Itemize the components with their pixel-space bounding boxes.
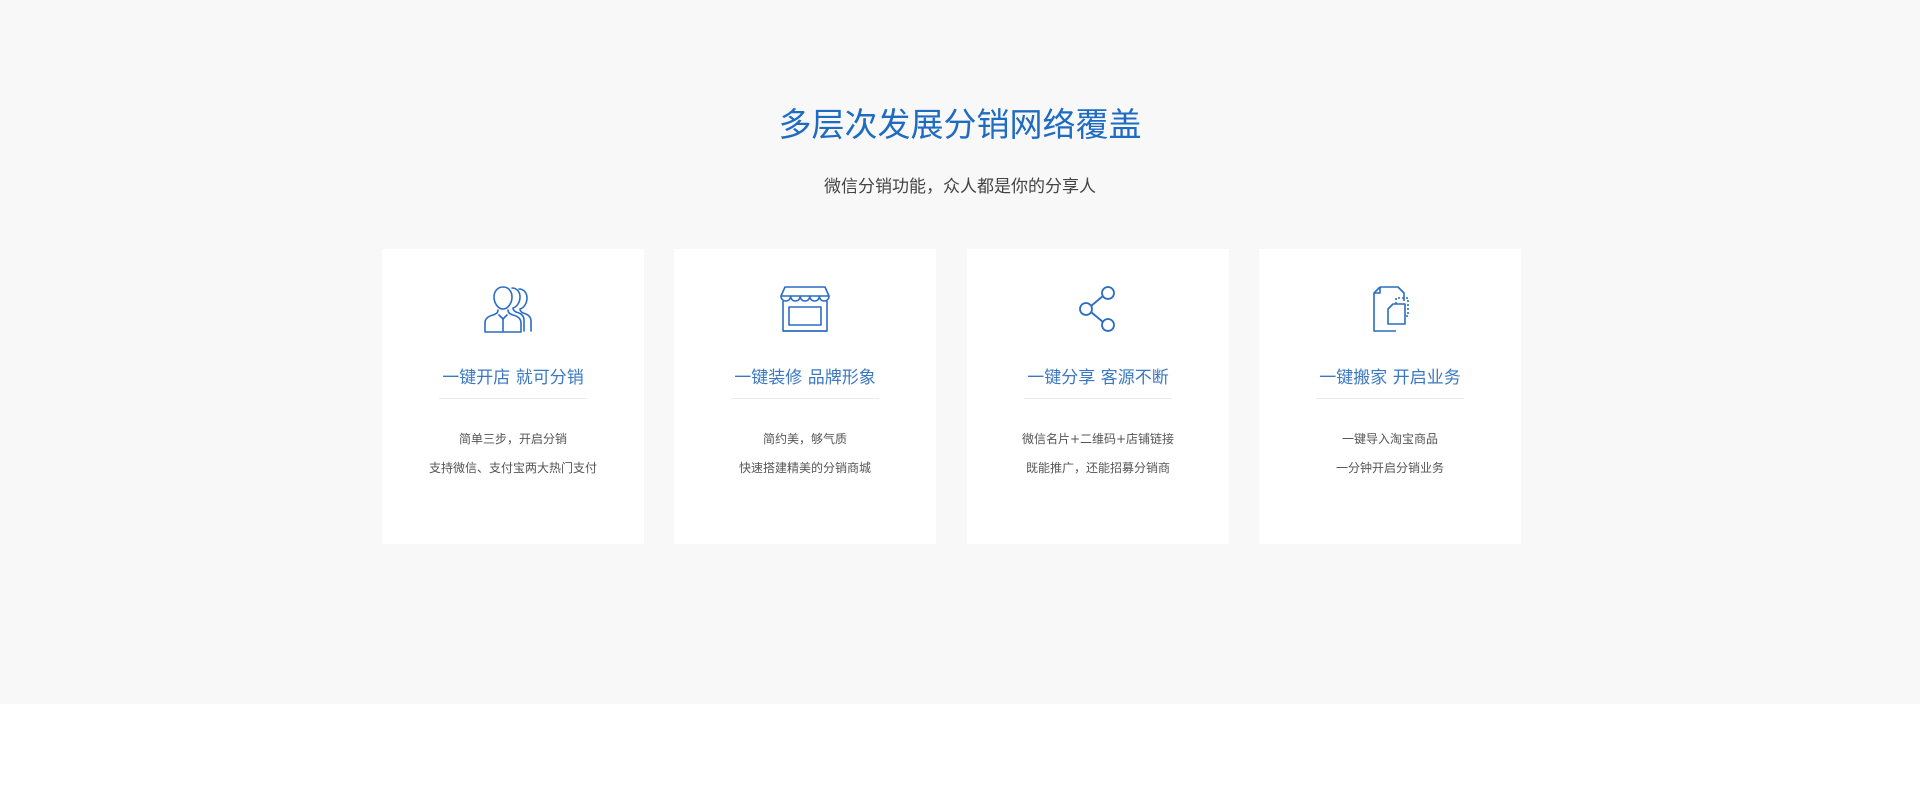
users-icon (481, 285, 545, 333)
card-divider (1024, 398, 1172, 399)
share-icon (1066, 285, 1130, 333)
card-desc-line2: 一分钟开启分销业务 (1335, 461, 1444, 475)
card-desc-line2: 既能推广，还能招募分销商 (1025, 461, 1170, 475)
feature-cards: 一键开店 就可分销 简单三步，开启分销 支持微信、支付宝两大热门支付 一键装修 … (382, 249, 1522, 544)
section-subtitle: 微信分销功能，众人都是你的分享人 (824, 177, 1096, 197)
section-title: 多层次发展分销网络覆盖 (778, 105, 1142, 144)
card-desc-line1: 简单三步，开启分销 (458, 432, 567, 446)
card-desc-line1: 微信名片+二维码+店铺链接 (1021, 432, 1175, 446)
card-title: 一键开店 就可分销 (442, 368, 584, 388)
card-desc-line2: 快速搭建精美的分销商城 (738, 461, 871, 475)
feature-card-migrate: 一键搬家 开启业务 一键导入淘宝商品 一分钟开启分销业务 (1259, 249, 1521, 544)
card-title: 一键装修 品牌形象 (734, 368, 876, 388)
storefront-icon (773, 285, 837, 333)
card-desc-line2: 支持微信、支付宝两大热门支付 (428, 461, 597, 475)
copy-document-icon (1358, 285, 1422, 333)
feature-card-open-store: 一键开店 就可分销 简单三步，开启分销 支持微信、支付宝两大热门支付 (382, 249, 644, 544)
feature-card-share: 一键分享 客源不断 微信名片+二维码+店铺链接 既能推广，还能招募分销商 (967, 249, 1229, 544)
card-divider (439, 398, 587, 399)
card-title: 一键搬家 开启业务 (1319, 368, 1461, 388)
card-title: 一键分享 客源不断 (1027, 368, 1169, 388)
card-desc-line1: 一键导入淘宝商品 (1341, 432, 1438, 446)
card-divider (1316, 398, 1464, 399)
card-desc-line1: 简约美，够气质 (762, 432, 847, 446)
distribution-section: 多层次发展分销网络覆盖 微信分销功能，众人都是你的分享人 一键开店 就可分销 简… (0, 0, 1920, 704)
card-divider (731, 398, 879, 399)
feature-card-decorate: 一键装修 品牌形象 简约美，够气质 快速搭建精美的分销商城 (674, 249, 936, 544)
